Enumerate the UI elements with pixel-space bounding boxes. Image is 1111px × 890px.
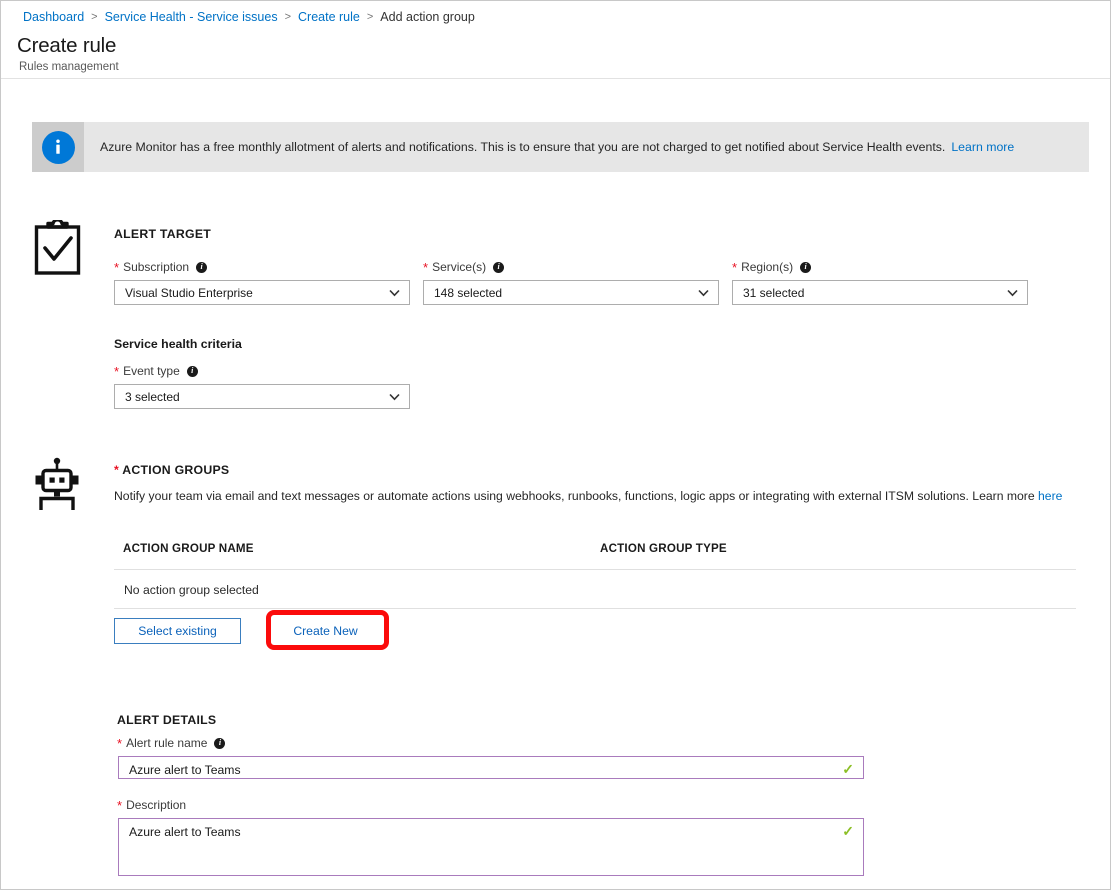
- info-banner-text: Azure Monitor has a free monthly allotme…: [100, 140, 1014, 154]
- info-icon: [41, 130, 75, 164]
- regions-value: 31 selected: [743, 285, 805, 300]
- required-star: *: [117, 797, 123, 813]
- alert-rule-name-label-text: Alert rule name: [126, 736, 208, 750]
- alert-target-heading: ALERT TARGET: [114, 227, 212, 241]
- info-tooltip-icon[interactable]: i: [214, 737, 226, 749]
- alert-rule-name-input[interactable]: Azure alert to Teams ✓: [118, 756, 864, 779]
- action-groups-empty-message: No action group selected: [124, 583, 259, 597]
- required-star: *: [114, 363, 120, 379]
- page-subtitle: Rules management: [19, 61, 119, 73]
- subscription-value: Visual Studio Enterprise: [125, 285, 253, 300]
- regions-dropdown[interactable]: 31 selected: [732, 280, 1028, 305]
- services-dropdown[interactable]: 148 selected: [423, 280, 719, 305]
- info-banner-message: Azure Monitor has a free monthly allotme…: [100, 140, 946, 154]
- info-tooltip-icon[interactable]: i: [196, 261, 208, 273]
- description-label-text: Description: [126, 798, 187, 812]
- breadcrumb-item-create-rule[interactable]: Create rule: [298, 10, 360, 24]
- info-banner: Azure Monitor has a free monthly allotme…: [32, 122, 1089, 172]
- action-groups-description: Notify your team via email and text mess…: [114, 487, 1076, 505]
- chevron-down-icon: [388, 286, 401, 299]
- services-label-text: Service(s): [432, 260, 487, 274]
- service-health-criteria-heading: Service health criteria: [114, 337, 242, 351]
- column-header-action-group-type: ACTION GROUP TYPE: [600, 542, 727, 555]
- required-star: *: [117, 735, 123, 751]
- table-divider-top: [114, 569, 1076, 570]
- services-label: * Service(s) i: [423, 259, 505, 275]
- subscription-label-text: Subscription: [123, 260, 190, 274]
- page-header: Create rule Rules management: [1, 29, 1110, 79]
- required-star: *: [732, 259, 738, 275]
- info-tooltip-icon[interactable]: i: [800, 261, 812, 273]
- description-label: * Description: [117, 798, 186, 812]
- create-new-button[interactable]: Create New: [279, 618, 372, 644]
- event-type-label-text: Event type: [123, 364, 180, 378]
- regions-label: * Region(s) i: [732, 259, 812, 275]
- required-star: *: [114, 463, 120, 477]
- action-groups-description-text: Notify your team via email and text mess…: [114, 489, 1035, 503]
- event-type-value: 3 selected: [125, 389, 180, 404]
- info-tooltip-icon[interactable]: i: [186, 365, 198, 377]
- action-groups-heading-text: ACTION GROUPS: [122, 463, 230, 477]
- action-groups-here-link[interactable]: here: [1038, 489, 1062, 503]
- chevron-down-icon: [697, 286, 710, 299]
- valid-check-icon: ✓: [842, 823, 854, 839]
- alert-rule-name-value: Azure alert to Teams: [129, 763, 241, 777]
- breadcrumb: Dashboard > Service Health - Service iss…: [23, 7, 475, 27]
- breadcrumb-separator: >: [284, 11, 292, 23]
- clipboard-check-icon: [34, 218, 81, 281]
- info-icon-container: [32, 122, 84, 172]
- subscription-dropdown[interactable]: Visual Studio Enterprise: [114, 280, 410, 305]
- regions-label-text: Region(s): [741, 260, 794, 274]
- table-divider-bottom: [114, 608, 1076, 609]
- chevron-down-icon: [1006, 286, 1019, 299]
- services-value: 148 selected: [434, 285, 503, 300]
- alert-details-heading: ALERT DETAILS: [117, 713, 217, 727]
- event-type-label: * Event type i: [114, 364, 198, 378]
- breadcrumb-separator: >: [366, 11, 374, 23]
- required-star: *: [423, 259, 429, 275]
- subscription-label: * Subscription i: [114, 259, 208, 275]
- required-star: *: [114, 259, 120, 275]
- description-textarea[interactable]: Azure alert to Teams ✓: [118, 818, 864, 876]
- page-title: Create rule: [17, 34, 117, 57]
- action-groups-heading: * ACTION GROUPS: [114, 463, 229, 477]
- chevron-down-icon: [388, 390, 401, 403]
- column-header-action-group-name: ACTION GROUP NAME: [123, 542, 254, 555]
- description-value: Azure alert to Teams: [129, 825, 241, 839]
- robot-icon: [32, 457, 82, 518]
- valid-check-icon: ✓: [842, 761, 854, 777]
- breadcrumb-item-dashboard[interactable]: Dashboard: [23, 10, 84, 24]
- breadcrumb-item-add-action-group: Add action group: [380, 10, 475, 24]
- learn-more-link[interactable]: Learn more: [951, 140, 1014, 154]
- create-rule-page: Dashboard > Service Health - Service iss…: [0, 0, 1111, 890]
- event-type-dropdown[interactable]: 3 selected: [114, 384, 410, 409]
- select-existing-button[interactable]: Select existing: [114, 618, 241, 644]
- info-tooltip-icon[interactable]: i: [493, 261, 505, 273]
- breadcrumb-separator: >: [91, 11, 98, 23]
- alert-rule-name-label: * Alert rule name i: [117, 735, 226, 751]
- breadcrumb-item-service-health[interactable]: Service Health - Service issues: [105, 10, 278, 24]
